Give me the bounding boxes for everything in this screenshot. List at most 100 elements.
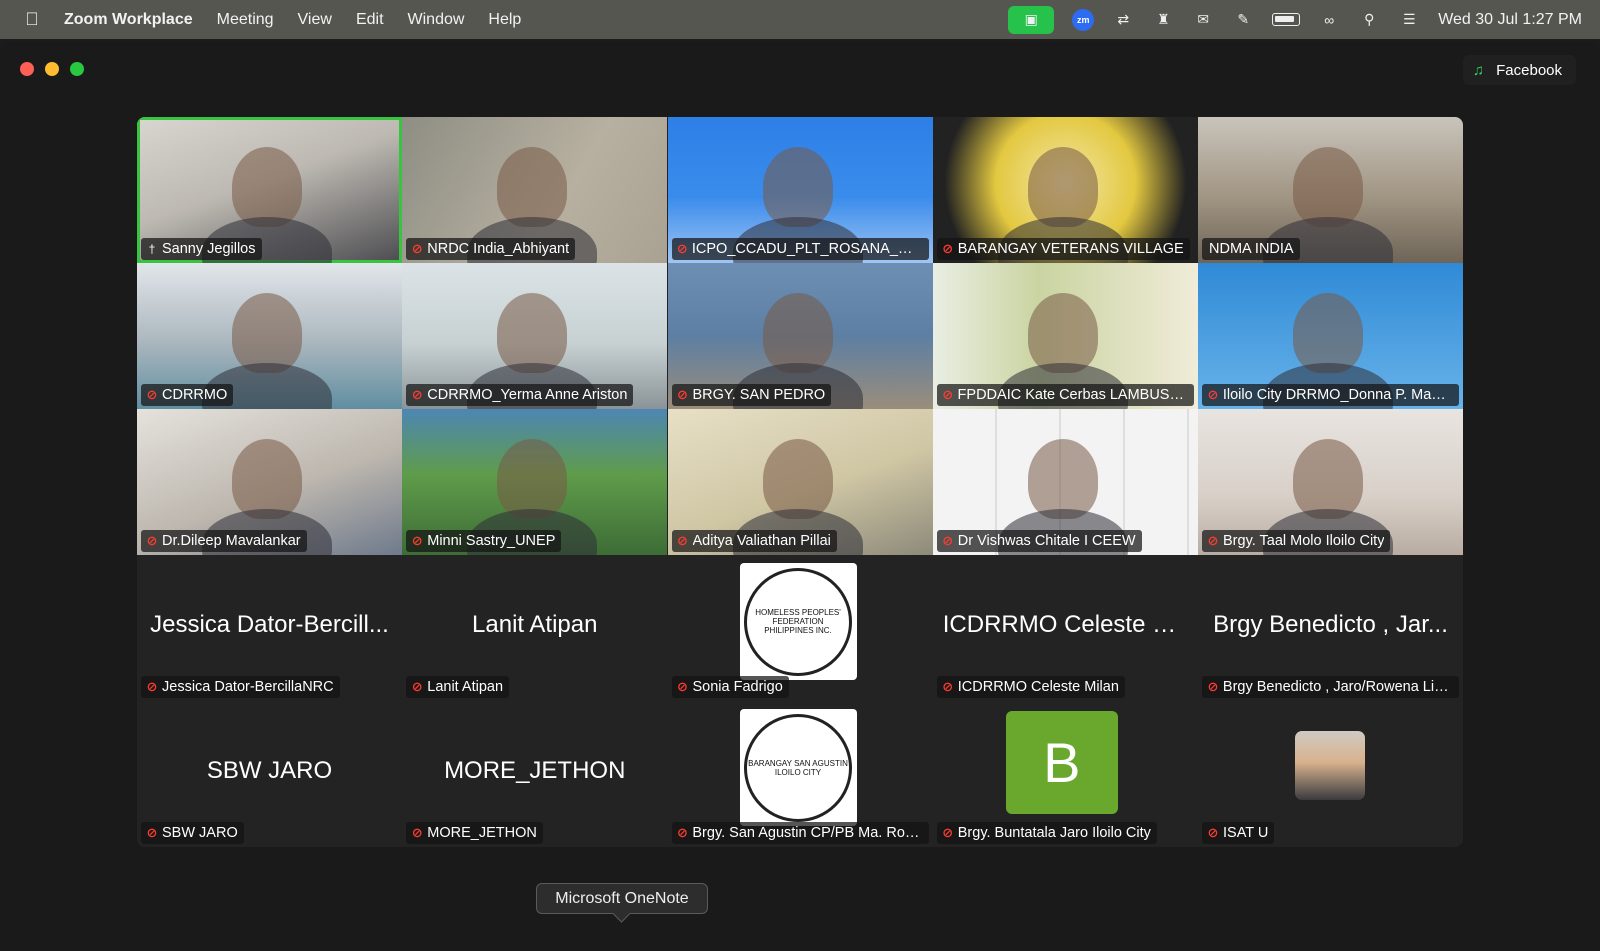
participant-tile[interactable]: ⊘ BARANGAY VETERANS VILLAGE xyxy=(932,117,1198,263)
participant-tile[interactable]: ⊘ Dr Vishwas Chitale I CEEW xyxy=(932,409,1198,555)
participant-name-bar: ⊘ Brgy. San Agustin CP/PB Ma. Ros... xyxy=(671,822,929,844)
mic-muted-icon: ⊘ xyxy=(676,241,688,256)
live-stream-indicator[interactable]: ♫ Facebook xyxy=(1462,55,1576,85)
participant-display-name: Brgy Benedicto , Jar... xyxy=(1213,611,1448,638)
search-icon[interactable]: ⚲ xyxy=(1358,9,1380,31)
mic-muted-icon: ⊘ xyxy=(1207,825,1219,840)
participant-name-bar: ⊘ NRDC India_Abhiyant xyxy=(406,238,576,260)
participant-name-bar: ⊘ Dr.Dileep Mavalankar xyxy=(141,530,307,552)
participant-name-bar: ⊘ Sonia Fadrigo xyxy=(671,676,789,698)
participant-video-figure xyxy=(1293,439,1363,519)
participant-name: CDRRMO xyxy=(162,387,228,403)
app-menu[interactable]: Zoom Workplace xyxy=(64,11,193,29)
link-icon[interactable]: ∞ xyxy=(1318,9,1340,31)
participant-name: NRDC India_Abhiyant xyxy=(427,241,570,257)
participant-video-figure xyxy=(762,147,833,227)
participant-tile[interactable]: ⊘ ISAT U xyxy=(1198,701,1463,847)
participant-tile[interactable]: B ⊘ Brgy. Buntatala Jaro Iloilo City xyxy=(932,701,1198,847)
participant-name: Sonia Fadrigo xyxy=(692,679,783,695)
participant-name: CDRRMO_Yerma Anne Ariston xyxy=(427,387,628,403)
participant-tile[interactable]: Jessica Dator-Bercill... ⊘ Jessica Dator-B… xyxy=(137,555,402,701)
menu-window[interactable]: Window xyxy=(408,11,465,29)
participant-name-bar: ⊘ Jessica Dator-BercillaNRC xyxy=(141,676,340,698)
menu-bar-status-area: ▣ zm ⇄ ♜ ✉ ✎ ∞ ⚲ ☰ Wed 30 Jul 1:27 PM xyxy=(1008,5,1600,34)
participant-tile[interactable]: NDMA INDIA xyxy=(1198,117,1463,263)
minimize-window-button[interactable] xyxy=(45,62,59,76)
participant-name-bar: ⊘ Brgy. Buntatala Jaro Iloilo City xyxy=(936,822,1157,844)
participant-tile[interactable]: ⊘ Dr.Dileep Mavalankar xyxy=(137,409,402,555)
teams-icon[interactable]: ♜ xyxy=(1152,9,1174,31)
participant-tile[interactable]: ⊘ NRDC India_Abhiyant xyxy=(402,117,668,263)
mic-muted-icon: ⊘ xyxy=(942,387,954,402)
participant-video-figure xyxy=(497,439,568,519)
onenote-icon[interactable]: ✎ xyxy=(1232,9,1254,31)
participant-name-bar: ⊘ FPDDAIC Kate Cerbas LAMBUSON xyxy=(936,384,1194,406)
menu-meeting[interactable]: Meeting xyxy=(217,11,274,29)
participant-name-bar: ⊘ Lanit Atipan xyxy=(406,676,510,698)
participant-name: Lanit Atipan xyxy=(427,679,504,695)
participant-tile[interactable]: SBW JARO ⊘ SBW JARO xyxy=(137,701,402,847)
participant-tile[interactable]: Lanit Atipan ⊘ Lanit Atipan xyxy=(402,555,668,701)
mic-muted-icon: ⊘ xyxy=(677,679,688,694)
participant-name-bar: ⊘ Minni Sastry_UNEP xyxy=(406,530,562,552)
participant-tile[interactable]: ⊘ ICPO_CCADU_PLT_ROSANA_MO... xyxy=(667,117,933,263)
participant-name-bar: ⊘ BARANGAY VETERANS VILLAGE xyxy=(936,238,1190,260)
outlook-icon[interactable]: ✉ xyxy=(1192,9,1214,31)
participant-tile[interactable]: BARANGAY SAN AGUSTIN ILOILO CITY ⊘ Brgy. S… xyxy=(667,701,933,847)
participant-name: BARANGAY VETERANS VILLAGE xyxy=(957,241,1184,257)
close-window-button[interactable] xyxy=(20,62,34,76)
participant-name: Jessica Dator-BercillaNRC xyxy=(162,679,334,695)
participant-name: Dr Vishwas Chitale I CEEW xyxy=(957,533,1136,549)
participant-name-bar: ⊘ MORE_JETHON xyxy=(406,822,543,844)
apple-menu-icon[interactable]:  xyxy=(0,9,64,30)
participant-tile[interactable]: ⊘ BRGY. SAN PEDRO xyxy=(667,263,933,409)
participant-name: ICPO_CCADU_PLT_ROSANA_MO... xyxy=(691,241,923,257)
participant-tile[interactable]: ⊘ Minni Sastry_UNEP xyxy=(402,409,668,555)
participant-video-figure xyxy=(497,293,568,373)
live-stream-icon: ♫ xyxy=(1472,61,1485,79)
participant-name: ICDRRMO Celeste Milan xyxy=(957,679,1119,695)
control-center-icon[interactable]: ☰ xyxy=(1398,9,1420,31)
participant-tile[interactable]: ⊘ FPDDAIC Kate Cerbas LAMBUSON xyxy=(932,263,1198,409)
mic-muted-icon: ⊘ xyxy=(1207,387,1219,402)
participant-video-figure xyxy=(762,293,833,373)
menu-bar-clock[interactable]: Wed 30 Jul 1:27 PM xyxy=(1438,11,1582,29)
participant-name: MORE_JETHON xyxy=(427,825,537,841)
participant-tile[interactable]: HOMELESS PEOPLES' FEDERATION PHILIPPINES… xyxy=(667,555,933,701)
participant-tile[interactable]: † Sanny Jegillos xyxy=(137,117,402,263)
menu-edit[interactable]: Edit xyxy=(356,11,384,29)
participant-logo: HOMELESS PEOPLES' FEDERATION PHILIPPINES… xyxy=(739,563,857,680)
fullscreen-window-button[interactable] xyxy=(70,62,84,76)
participant-tile[interactable]: ICDRRMO Celeste M... ⊘ ICDRRMO Celeste Mil… xyxy=(932,555,1198,701)
participant-tile[interactable]: MORE_JETHON ⊘ MORE_JETHON xyxy=(402,701,668,847)
zoom-camera-icon[interactable]: ▣ xyxy=(1008,5,1055,34)
participant-video-figure xyxy=(1027,147,1098,227)
participant-name: Brgy Benedicto , Jaro/Rowena Lib... xyxy=(1222,679,1453,695)
participant-tile[interactable]: ⊘ Brgy. Taal Molo Iloilo City xyxy=(1198,409,1463,555)
participant-tile[interactable]: ⊘ CDRRMO xyxy=(137,263,402,409)
mic-muted-icon: ⊘ xyxy=(411,241,423,256)
battery-icon[interactable] xyxy=(1272,13,1301,26)
participant-video-figure xyxy=(497,147,568,227)
participant-video-figure xyxy=(232,293,302,373)
mic-muted-icon: ⊘ xyxy=(677,533,688,548)
mic-muted-icon: ⊘ xyxy=(146,533,158,548)
participant-video-figure xyxy=(1293,293,1363,373)
participant-name: Brgy. San Agustin CP/PB Ma. Ros... xyxy=(692,825,923,841)
participant-tile[interactable]: Brgy Benedicto , Jar... ⊘ Brgy Benedicto ,… xyxy=(1198,555,1463,701)
teamviewer-icon[interactable]: ⇄ xyxy=(1112,9,1134,31)
mic-muted-icon: ⊘ xyxy=(146,387,158,402)
menu-view[interactable]: View xyxy=(298,11,332,29)
participant-video-figure xyxy=(1027,439,1098,519)
zoom-app-icon[interactable]: zm xyxy=(1072,8,1095,31)
participant-name: NDMA INDIA xyxy=(1209,241,1294,257)
participant-tile[interactable]: ⊘ Aditya Valiathan Pillai xyxy=(667,409,933,555)
participant-tile[interactable]: ⊘ CDRRMO_Yerma Anne Ariston xyxy=(402,263,668,409)
participant-name-bar: ⊘ CDRRMO_Yerma Anne Ariston xyxy=(406,384,634,406)
participant-name: BRGY. SAN PEDRO xyxy=(692,387,826,403)
participant-name-bar: ⊘ ISAT U xyxy=(1202,822,1275,844)
mic-muted-icon: ⊘ xyxy=(146,825,158,840)
mic-muted-icon: ⊘ xyxy=(942,241,954,256)
menu-help[interactable]: Help xyxy=(488,11,521,29)
participant-tile[interactable]: ⊘ Iloilo City DRRMO_Donna P. Magno xyxy=(1198,263,1463,409)
